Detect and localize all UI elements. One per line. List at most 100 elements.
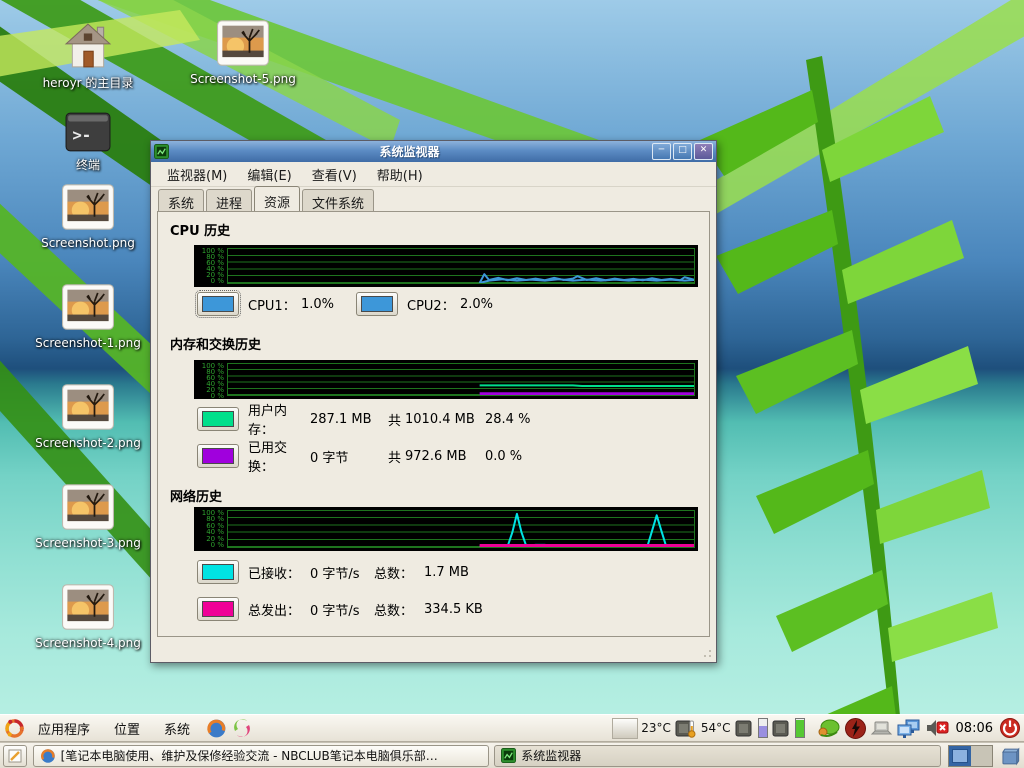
desktop-icon-label: Screenshot-3.png bbox=[32, 536, 144, 550]
cpu1-color-button[interactable] bbox=[197, 292, 239, 316]
close-button[interactable]: ✕ bbox=[694, 143, 713, 160]
task-title: 系统监视器 bbox=[521, 747, 581, 764]
menu-view[interactable]: 查看(V) bbox=[302, 162, 367, 187]
window-resize-grip[interactable] bbox=[698, 644, 714, 660]
image-thumbnail-icon bbox=[62, 184, 114, 230]
net-sent-color-button[interactable] bbox=[197, 597, 239, 621]
desktop-icon-label: Screenshot-2.png bbox=[32, 436, 144, 450]
tab-processes[interactable]: 进程 bbox=[206, 189, 252, 211]
applications-menu[interactable]: 应用程序 bbox=[26, 715, 102, 742]
desktop-icon-home[interactable]: heroyr 的主目录 bbox=[32, 22, 144, 90]
swap-label: 已用交换： bbox=[248, 437, 310, 475]
swap-percent: 0.0 % bbox=[485, 449, 522, 464]
tab-system[interactable]: 系统 bbox=[158, 189, 204, 211]
desktop-icon-screenshot1[interactable]: Screenshot-1.png bbox=[32, 284, 144, 350]
applet-placeholder[interactable] bbox=[612, 718, 638, 739]
cpu1-label: CPU1： bbox=[248, 295, 301, 314]
memory-used: 287.1 MB bbox=[310, 412, 388, 427]
system-menu[interactable]: 系统 bbox=[152, 715, 202, 742]
chip-icon[interactable] bbox=[771, 718, 792, 739]
desktop-icon-label: Screenshot-5.png bbox=[187, 72, 299, 86]
net-sent-row: 总发出： 0 字节/s 总数： 334.5 KB bbox=[197, 596, 512, 622]
battery-laptop-icon[interactable] bbox=[870, 718, 893, 738]
cpu2-label: CPU2： bbox=[407, 295, 460, 314]
cpu-axis-labels: 100 %80 %60 % 40 %20 %0 % bbox=[197, 248, 227, 284]
cpu-legend: CPU1： 1.0% CPU2： 2.0% bbox=[197, 291, 515, 317]
desktop: >- heroyr 的主目录 Screenshot-5.png 终端 Scree… bbox=[0, 0, 1024, 768]
desktop-icon-label: 终端 bbox=[32, 158, 144, 172]
swap-total: 972.6 MB bbox=[405, 449, 485, 464]
tab-resources[interactable]: 资源 bbox=[254, 186, 300, 211]
memory-color-button[interactable] bbox=[197, 407, 239, 431]
workspace-2[interactable] bbox=[971, 746, 993, 766]
menu-monitor[interactable]: 监视器(M) bbox=[157, 162, 237, 187]
maximize-button[interactable]: □ bbox=[673, 143, 692, 160]
desktop-icon-label: Screenshot-4.png bbox=[32, 636, 144, 650]
net-received-color-button[interactable] bbox=[197, 560, 239, 584]
cpu2-color-button[interactable] bbox=[356, 292, 398, 316]
resources-tab-content: CPU 历史 100 %80 %60 % 40 %20 %0 % CPU1： 1… bbox=[157, 211, 710, 637]
home-icon bbox=[62, 22, 114, 70]
desktop-icon-screenshot5[interactable]: Screenshot-5.png bbox=[187, 20, 299, 86]
chip-icon[interactable] bbox=[734, 718, 755, 739]
net-received-rate: 0 字节/s bbox=[310, 563, 374, 582]
network-axis-labels: 100 %80 %60 % 40 %20 %0 % bbox=[197, 510, 227, 548]
menu-edit[interactable]: 编辑(E) bbox=[237, 162, 301, 187]
cpu2-value: 2.0% bbox=[460, 297, 515, 312]
places-menu[interactable]: 位置 bbox=[102, 715, 152, 742]
net-received-total: 1.7 MB bbox=[424, 565, 512, 580]
memory-axis-labels: 100 %80 %60 % 40 %20 %0 % bbox=[197, 363, 227, 396]
desktop-icon-terminal[interactable]: 终端 bbox=[32, 112, 144, 172]
image-thumbnail-icon bbox=[62, 584, 114, 630]
memory-label: 用户内存： bbox=[248, 400, 310, 438]
workspace-switcher bbox=[948, 745, 993, 767]
firefox-launcher-icon[interactable] bbox=[206, 718, 227, 739]
memory-total: 1010.4 MB bbox=[405, 412, 485, 427]
desktop-icon-screenshot2[interactable]: Screenshot-2.png bbox=[32, 384, 144, 450]
swap-of-label: 共 bbox=[388, 447, 405, 466]
image-thumbnail-icon bbox=[62, 284, 114, 330]
show-desktop-icon bbox=[8, 749, 22, 763]
task-button-system-monitor[interactable]: 系统监视器 bbox=[494, 745, 941, 767]
ubuntu-menu-icon[interactable] bbox=[3, 717, 26, 740]
workspace-1[interactable] bbox=[949, 746, 971, 766]
desktop-icon-screenshot[interactable]: Screenshot.png bbox=[32, 184, 144, 250]
menu-help[interactable]: 帮助(H) bbox=[367, 162, 433, 187]
task-button-firefox[interactable]: [笔记本电脑使用、维护及保修经验交流 - NBCLUB笔记本电脑俱乐部… bbox=[33, 745, 490, 767]
keyring-icon[interactable] bbox=[817, 718, 841, 738]
image-thumbnail-icon bbox=[62, 484, 114, 530]
swap-used: 0 字节 bbox=[310, 447, 388, 466]
net-sent-total-label: 总数： bbox=[374, 600, 424, 619]
cpu-history-graph: 100 %80 %60 % 40 %20 %0 % bbox=[194, 245, 698, 287]
window-titlebar[interactable]: 系统监视器 ─ □ ✕ bbox=[151, 141, 716, 162]
trash-icon[interactable] bbox=[999, 746, 1021, 766]
usage-gauge-green[interactable] bbox=[795, 718, 805, 738]
task-title: [笔记本电脑使用、维护及保修经验交流 - NBCLUB笔记本电脑俱乐部… bbox=[61, 747, 438, 764]
system-monitor-window: 系统监视器 ─ □ ✕ 监视器(M) 编辑(E) 查看(V) 帮助(H) 系统 … bbox=[150, 140, 717, 663]
tab-filesystems[interactable]: 文件系统 bbox=[302, 189, 374, 211]
net-sent-rate: 0 字节/s bbox=[310, 600, 374, 619]
desktop-icon-label: heroyr 的主目录 bbox=[32, 76, 144, 90]
usage-gauge-purple[interactable] bbox=[758, 718, 768, 738]
network-monitor-icon[interactable] bbox=[896, 718, 922, 739]
window-title: 系统监视器 bbox=[169, 143, 650, 160]
cpu-thermometer-icon[interactable] bbox=[674, 718, 698, 739]
memory-legend-row: 用户内存： 287.1 MB 共 1010.4 MB 28.4 % bbox=[197, 406, 530, 432]
volume-muted-icon[interactable] bbox=[925, 718, 950, 738]
network-history-title: 网络历史 bbox=[170, 486, 222, 505]
desktop-icon-screenshot4[interactable]: Screenshot-4.png bbox=[32, 584, 144, 650]
minimize-button[interactable]: ─ bbox=[652, 143, 671, 160]
desktop-icon-label: Screenshot.png bbox=[32, 236, 144, 250]
swap-color-button[interactable] bbox=[197, 444, 239, 468]
cpu-frequency-icon[interactable] bbox=[844, 717, 867, 740]
firefox-icon bbox=[40, 748, 56, 764]
swirl-launcher-icon[interactable] bbox=[231, 717, 253, 739]
desktop-icon-screenshot3[interactable]: Screenshot-3.png bbox=[32, 484, 144, 550]
shutdown-icon[interactable] bbox=[999, 717, 1021, 739]
show-desktop-button[interactable] bbox=[3, 745, 27, 767]
network-history-graph: 100 %80 %60 % 40 %20 %0 % bbox=[194, 507, 698, 551]
net-sent-label: 总发出： bbox=[248, 600, 310, 619]
cpu1-value: 1.0% bbox=[301, 297, 356, 312]
window-list-panel: [笔记本电脑使用、维护及保修经验交流 - NBCLUB笔记本电脑俱乐部… 系统监… bbox=[0, 742, 1024, 768]
clock[interactable]: 08:06 bbox=[953, 721, 996, 736]
